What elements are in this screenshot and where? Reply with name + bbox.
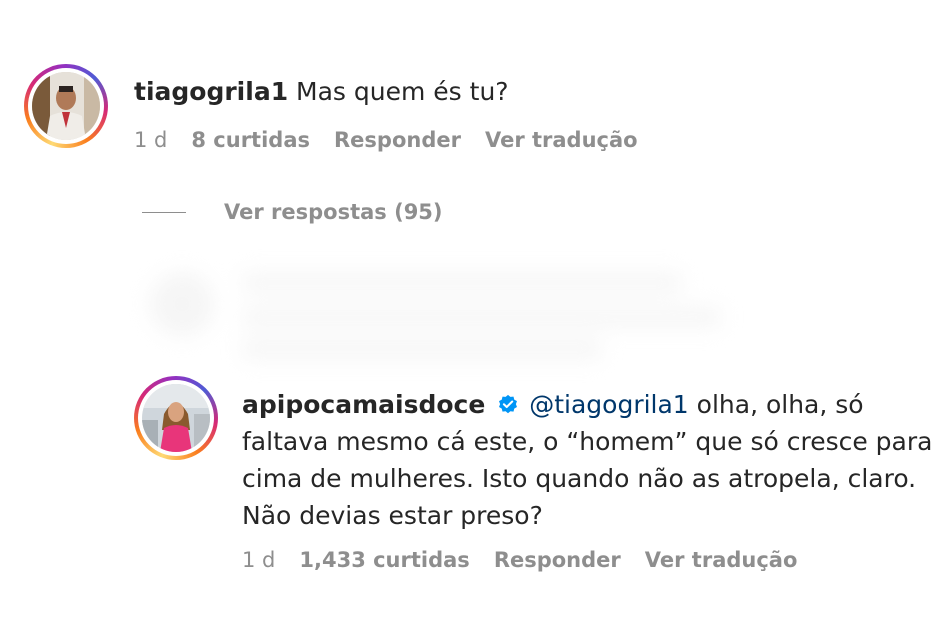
avatar: [142, 384, 210, 452]
view-replies-label: Ver respostas (95): [224, 200, 443, 224]
comment-body-line: faltava mesmo cá este, o “homem” que só …: [242, 427, 932, 456]
avatar-photo-image: [142, 384, 210, 452]
comment-text: apipocamaisdoce @tiagogrila1 olha, olha,…: [242, 386, 932, 534]
view-replies-button[interactable]: Ver respostas (95): [142, 200, 443, 224]
comment-text: tiagogrila1 Mas quem és tu?: [134, 73, 509, 110]
comment-body-line: Não devias estar preso?: [242, 501, 543, 530]
avatar-ring[interactable]: [24, 64, 108, 148]
comment-line-1: apipocamaisdoce @tiagogrila1 olha, olha,…: [242, 386, 932, 423]
comment-username[interactable]: apipocamaisdoce: [242, 390, 485, 419]
comment-meta: 1 d 1,433 curtidas Responder Ver traduçã…: [242, 548, 797, 572]
verified-badge-icon: [499, 394, 518, 414]
translate-button[interactable]: Ver tradução: [485, 128, 638, 152]
comment-time: 1 d: [134, 128, 168, 152]
comment-time: 1 d: [242, 548, 276, 572]
avatar-photo-image: [32, 72, 100, 140]
reply-button[interactable]: Responder: [494, 548, 621, 572]
view-replies-divider: [142, 211, 186, 213]
comment-meta: 1 d 8 curtidas Responder Ver tradução: [134, 128, 638, 152]
reply-button[interactable]: Responder: [334, 128, 461, 152]
translate-button[interactable]: Ver tradução: [645, 548, 798, 572]
comment-body: Mas quem és tu?: [296, 77, 509, 106]
comment-likes[interactable]: 8 curtidas: [191, 128, 310, 152]
comment-username[interactable]: tiagogrila1: [134, 77, 288, 106]
avatar-ring[interactable]: [134, 376, 218, 460]
blurred-reply-placeholder: [142, 258, 722, 368]
mention-link[interactable]: @tiagogrila1: [529, 390, 689, 419]
comment-likes[interactable]: 1,433 curtidas: [299, 548, 469, 572]
comment-body-line: olha, olha, só: [688, 390, 864, 419]
comment-body-line: cima de mulheres. Isto quando não as atr…: [242, 464, 917, 493]
avatar: [32, 72, 100, 140]
